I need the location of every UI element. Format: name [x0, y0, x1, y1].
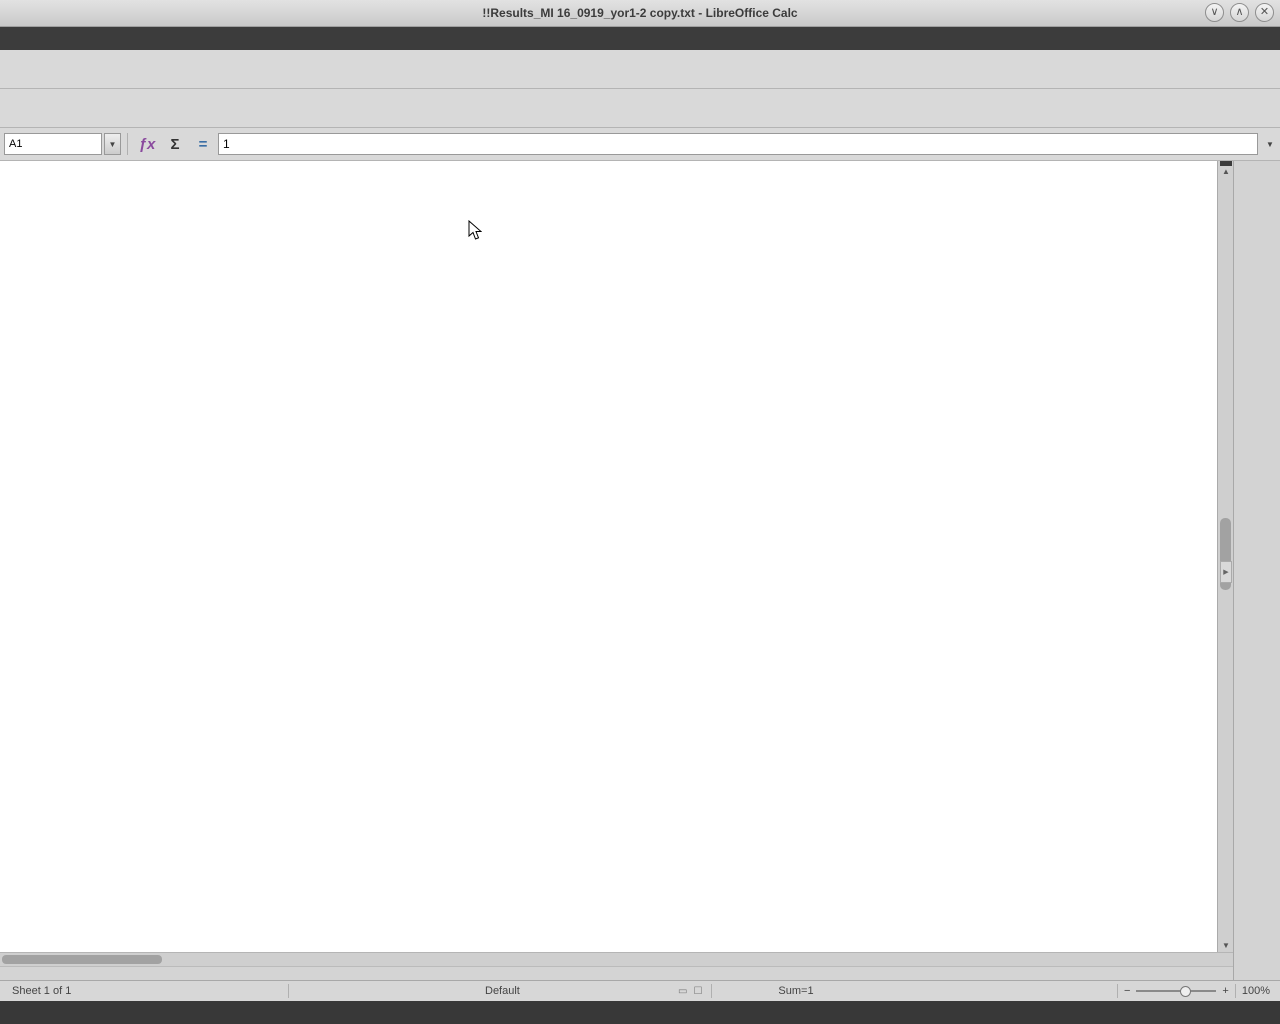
title-bar: !!Results_MI 16_0919_yor1-2 copy.txt - L… — [0, 0, 1280, 27]
name-box[interactable] — [4, 133, 102, 155]
function-wizard-button[interactable]: ƒx — [134, 132, 160, 156]
maximize-button[interactable]: ∧ — [1230, 3, 1249, 22]
formula-bar: ▼ ƒx Σ = ▼ — [0, 128, 1280, 161]
libreoffice-calc-window: !!Results_MI 16_0919_yor1-2 copy.txt - L… — [0, 0, 1280, 1024]
sidebar: ▶ — [1233, 161, 1280, 980]
vertical-scrollbar[interactable]: ▲ ▼ — [1217, 161, 1234, 952]
close-button[interactable]: ✕ — [1255, 3, 1274, 22]
scroll-up-icon[interactable]: ▲ — [1218, 167, 1234, 176]
close-icon: ✕ — [1260, 6, 1269, 18]
sum-status[interactable]: Sum=1 — [778, 985, 813, 997]
window-controls: ∨ ∧ ✕ — [1205, 3, 1274, 22]
status-separator — [711, 984, 712, 998]
window-title: !!Results_MI 16_0919_yor1-2 copy.txt - L… — [0, 6, 1280, 20]
zoom-slider-thumb[interactable] — [1180, 986, 1191, 997]
maximize-icon: ∧ — [1235, 6, 1243, 18]
function-wizard-icon: ƒx — [139, 136, 156, 153]
formatting-toolbar — [0, 89, 1280, 128]
sheet-area: ▲ ▼ — [0, 161, 1233, 980]
equals-button[interactable]: = — [190, 132, 216, 156]
equals-icon: = — [199, 136, 208, 153]
sum-button[interactable]: Σ — [162, 132, 188, 156]
menu-bar — [0, 27, 1280, 50]
sheet-info: Sheet 1 of 1 — [12, 985, 282, 997]
status-separator — [1117, 984, 1118, 998]
toolbar-separator — [127, 133, 128, 155]
name-box-dropdown-icon[interactable]: ▼ — [104, 133, 121, 155]
spreadsheet-grid — [0, 161, 1217, 952]
insert-mode-icon[interactable]: ▭ — [678, 986, 687, 997]
hide-sidebar-icon[interactable]: ▶ — [1220, 561, 1232, 583]
standard-toolbar — [0, 50, 1280, 89]
page-style[interactable]: Default — [485, 985, 675, 997]
horizontal-scrollbar-thumb[interactable] — [2, 955, 162, 964]
formula-input[interactable] — [218, 133, 1258, 155]
sum-icon: Σ — [170, 136, 179, 153]
zoom-in-icon[interactable]: + — [1222, 985, 1228, 997]
expand-formula-bar-icon[interactable]: ▼ — [1260, 132, 1276, 156]
zoom-level[interactable]: 100% — [1242, 985, 1270, 997]
selection-mode-icon[interactable]: ☐ — [693, 986, 702, 997]
minimize-button[interactable]: ∨ — [1205, 3, 1224, 22]
main-area: ▲ ▼ ▶ — [0, 161, 1280, 980]
zoom-out-icon[interactable]: − — [1124, 985, 1130, 997]
horizontal-scrollbar[interactable] — [0, 952, 1233, 966]
zoom-slider[interactable] — [1136, 990, 1216, 992]
scroll-down-icon[interactable]: ▼ — [1218, 941, 1234, 950]
status-separator — [288, 984, 289, 998]
split-handle[interactable] — [1220, 161, 1232, 166]
status-separator — [1235, 984, 1236, 998]
status-bar: Sheet 1 of 1 Default ▭ ☐ Sum=1 − + 100% — [0, 980, 1280, 1001]
taskbar — [0, 1001, 1280, 1024]
minimize-icon: ∨ — [1210, 6, 1218, 18]
